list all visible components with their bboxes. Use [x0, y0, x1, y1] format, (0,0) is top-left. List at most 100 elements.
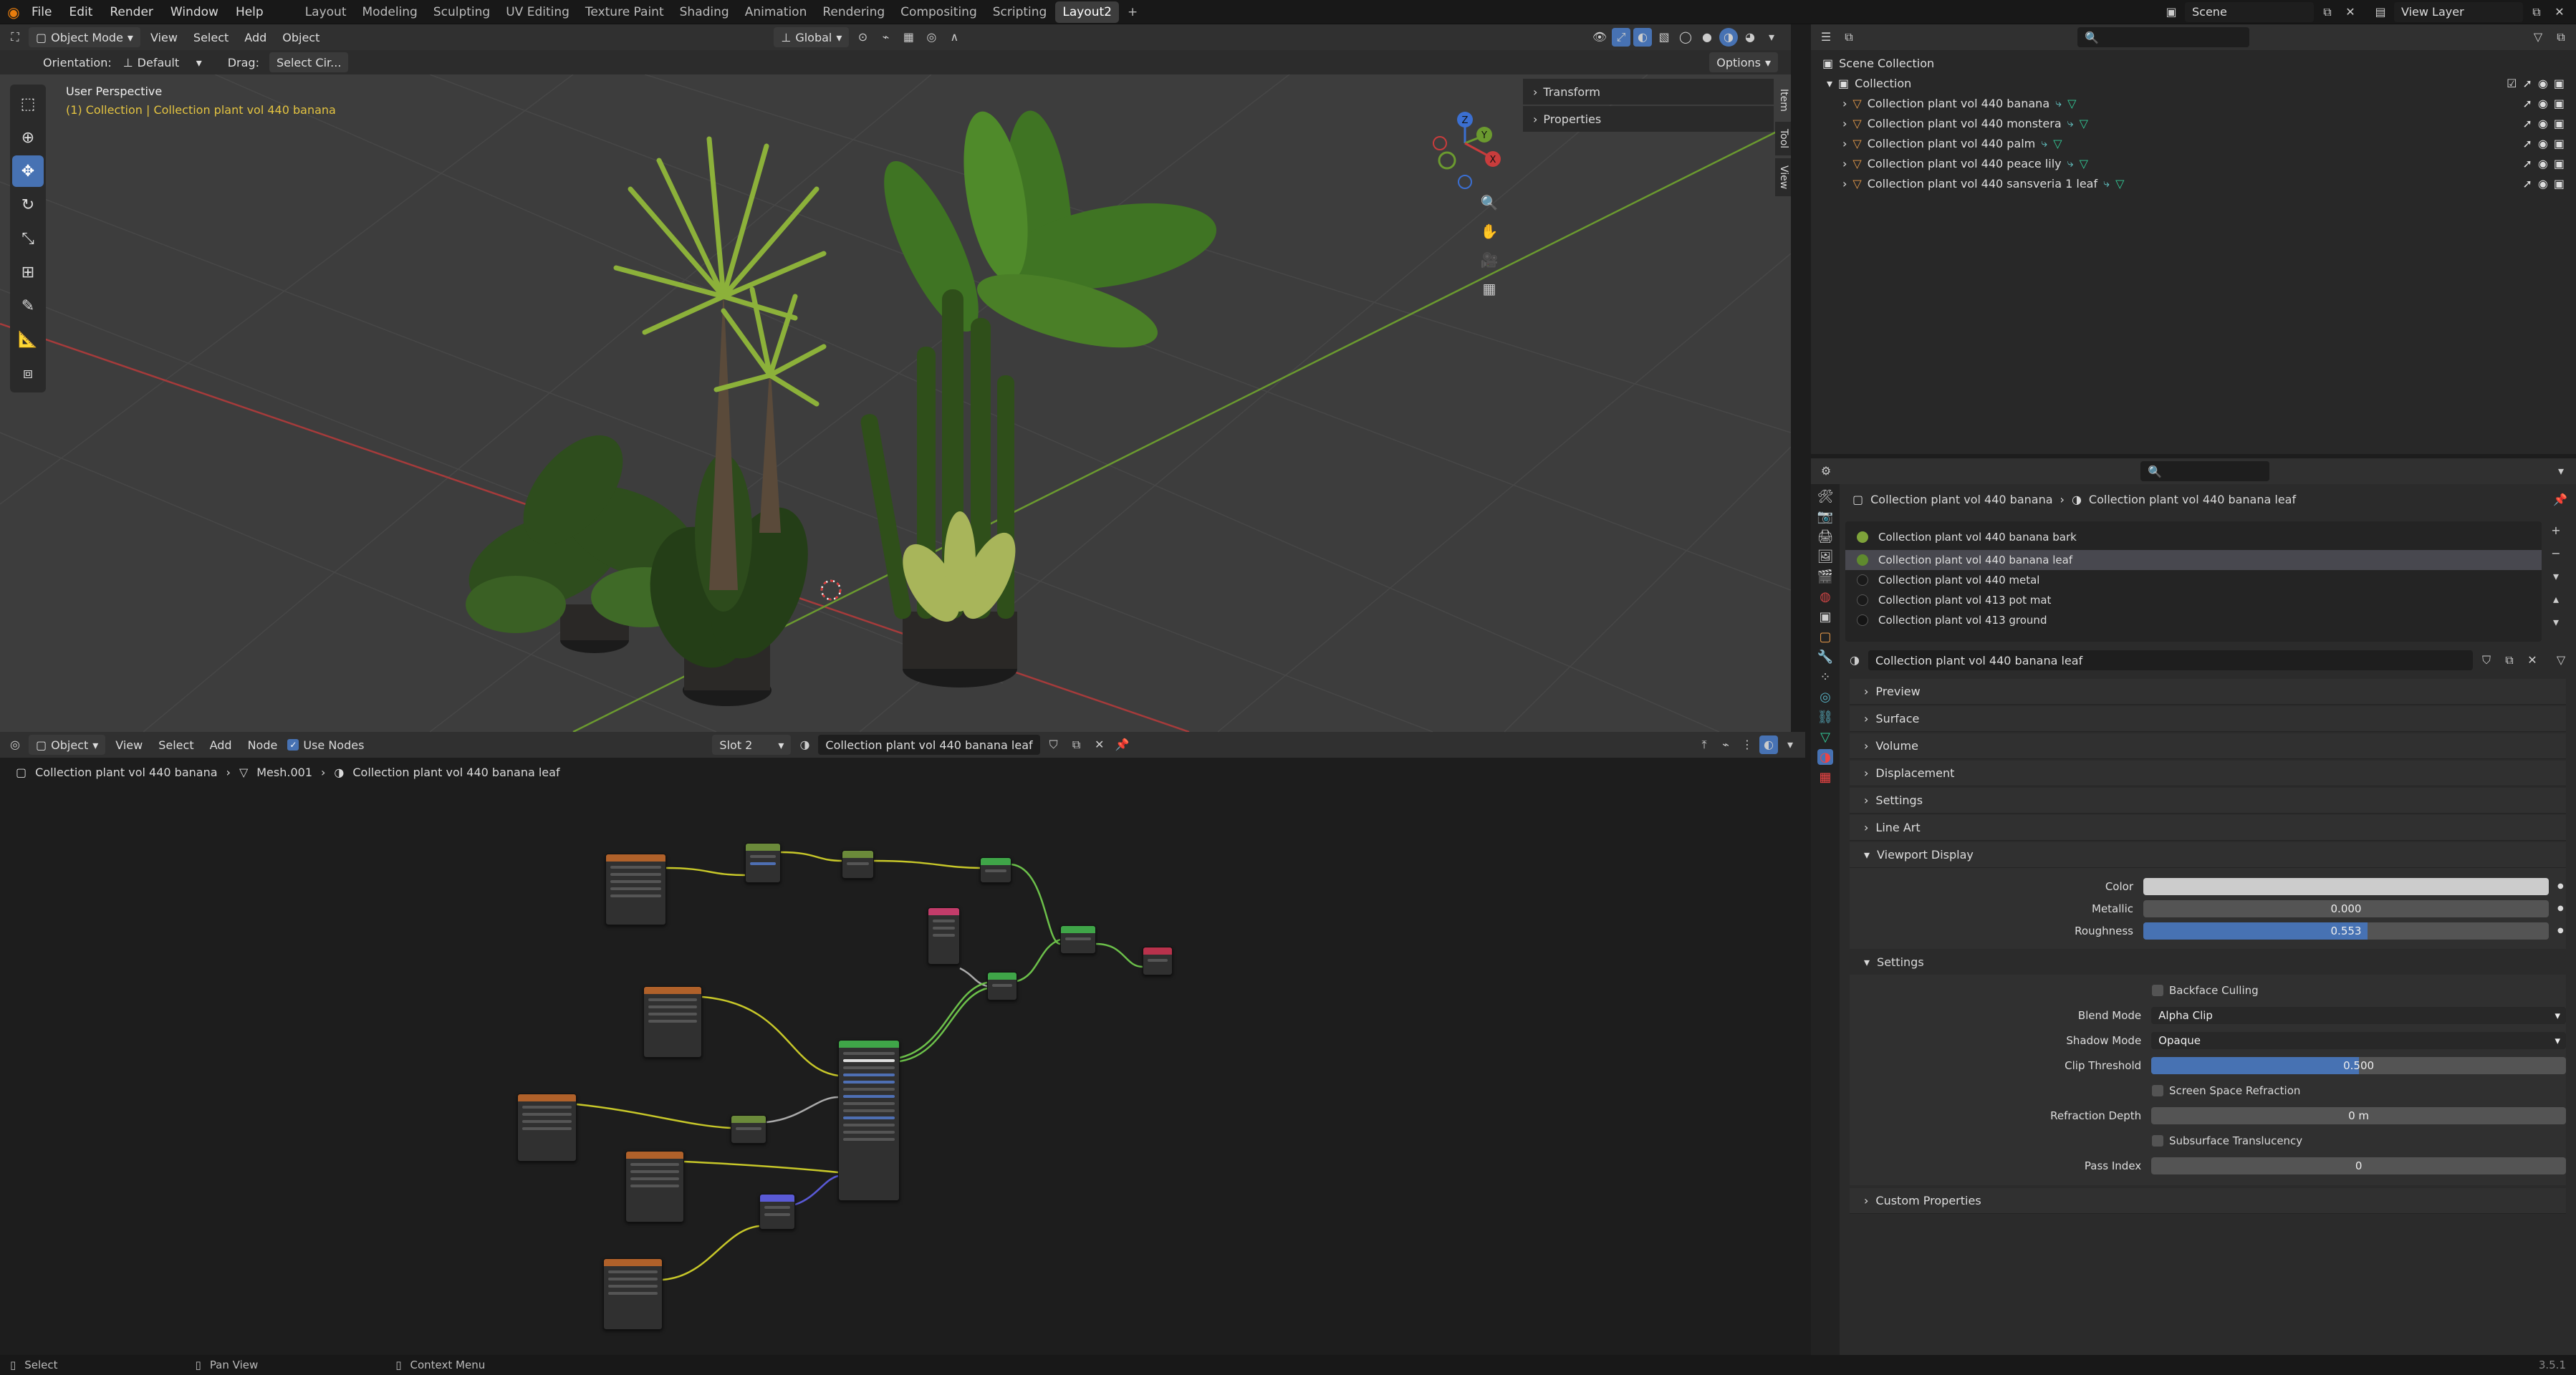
panel-volume[interactable]: › Volume: [1850, 733, 2566, 759]
mode-selector[interactable]: ▢ Object Mode ▾: [29, 27, 140, 47]
add-slot-icon[interactable]: +: [2547, 521, 2565, 540]
node-shader-2[interactable]: [987, 972, 1017, 1000]
node-mix-1[interactable]: [745, 843, 781, 883]
tab-modeling[interactable]: Modeling: [355, 1, 425, 23]
xray-icon[interactable]: ▧: [1655, 28, 1673, 47]
zoom-icon[interactable]: 🔍: [1480, 193, 1499, 212]
material-slot[interactable]: Collection plant vol 440 metal: [1845, 570, 2542, 590]
node-mix-2[interactable]: [842, 850, 874, 879]
falloff-icon[interactable]: ∧: [945, 28, 963, 47]
node-image-texture-4[interactable]: [625, 1151, 684, 1222]
delete-view-layer-icon[interactable]: ✕: [2550, 3, 2569, 21]
scene-tab-icon[interactable]: 🎬: [1817, 569, 1833, 584]
outliner-item[interactable]: › ▽ Collection plant vol 440 banana ⤷ ▽ ➚ ◉ ▣: [1817, 93, 2570, 113]
scale-tool-icon[interactable]: ⤡: [12, 223, 44, 254]
eye-icon[interactable]: ◉: [2538, 157, 2548, 170]
fake-user-icon[interactable]: ⛉: [2477, 651, 2496, 670]
scene-icon[interactable]: ▣: [2162, 3, 2181, 21]
select-arrow-icon[interactable]: ➚: [2523, 157, 2532, 170]
subsurface-translucency-row[interactable]: Subsurface Translucency: [1850, 1128, 2566, 1153]
metallic-field[interactable]: 0.000: [2143, 899, 2549, 917]
view-layer-tab-icon[interactable]: 🖼: [1817, 549, 1834, 564]
tab-layout2[interactable]: Layout2: [1055, 1, 1119, 23]
editor-type-icon[interactable]: ⛶: [6, 28, 24, 47]
plant-banana[interactable]: [866, 107, 1223, 362]
drag-select[interactable]: Select Cir...: [269, 52, 349, 72]
outliner[interactable]: ☰ ⧉ 🔍 ▽ ⧉ ▣ Scene Collection ▾ ▣ Collection…: [1811, 24, 2576, 454]
eye-icon[interactable]: ◉: [2538, 97, 2548, 110]
node-image-texture-1[interactable]: [605, 854, 666, 925]
checkbox-icon[interactable]: [2152, 984, 2163, 996]
options-button[interactable]: Options ▾: [1709, 52, 1778, 72]
panel-properties[interactable]: › Properties: [1523, 106, 1774, 132]
blender-logo-icon[interactable]: ◉: [4, 3, 23, 21]
gizmo-toggle-icon[interactable]: ⤢: [1612, 28, 1630, 47]
duplicate-material-icon[interactable]: ⧉: [2500, 651, 2519, 670]
tab-shading[interactable]: Shading: [673, 1, 736, 23]
node-color-ramp[interactable]: [731, 1115, 766, 1144]
outliner-item[interactable]: › ▽ Collection plant vol 440 palm ⤷ ▽ ➚ ◉ ▣: [1817, 133, 2570, 153]
add-workspace-icon[interactable]: +: [1120, 1, 1145, 23]
shadow-mode-select[interactable]: Opaque ▾: [2151, 1031, 2566, 1049]
transform-tool-icon[interactable]: ⊞: [12, 256, 44, 288]
properties-search[interactable]: 🔍: [2140, 461, 2269, 481]
chevron-right-icon[interactable]: ›: [1842, 97, 1847, 110]
node-texture-coord[interactable]: [928, 907, 960, 965]
tab-compositing[interactable]: Compositing: [893, 1, 984, 23]
render-tab-icon[interactable]: 📷: [1817, 508, 1833, 524]
tab-layout[interactable]: Layout: [298, 1, 354, 23]
chevron-right-icon[interactable]: ›: [1842, 137, 1847, 150]
clip-threshold-slider[interactable]: 0.500: [2151, 1056, 2566, 1074]
tab-texture-paint[interactable]: Texture Paint: [578, 1, 671, 23]
new-scene-icon[interactable]: ⧉: [2318, 3, 2337, 21]
filter-icon[interactable]: ▽: [2552, 651, 2570, 670]
chevron-right-icon[interactable]: ›: [1842, 117, 1847, 130]
menu-object[interactable]: Object: [277, 31, 325, 44]
select-arrow-icon[interactable]: ➚: [2523, 177, 2532, 190]
chevron-right-icon[interactable]: ›: [1842, 177, 1847, 190]
editor-type-icon[interactable]: ⚙: [1817, 462, 1835, 481]
eye-icon[interactable]: ◉: [2538, 137, 2548, 150]
eye-icon[interactable]: ◉: [2538, 177, 2548, 190]
move-down-icon[interactable]: ▾: [2547, 613, 2565, 632]
remove-slot-icon[interactable]: −: [2547, 544, 2565, 563]
object-tab-icon[interactable]: ▢: [1817, 629, 1833, 645]
ortho-grid-icon[interactable]: ▦: [1480, 279, 1499, 298]
tab-scripting[interactable]: Scripting: [986, 1, 1054, 23]
material-browse-icon[interactable]: ◑: [1845, 651, 1864, 670]
move-tool-icon[interactable]: ✥: [12, 155, 44, 187]
snap-icon[interactable]: ⌁: [876, 28, 895, 47]
node-principled-bsdf[interactable]: [838, 1040, 900, 1201]
view-layer-icon[interactable]: ▤: [2371, 3, 2390, 21]
menu-render[interactable]: Render: [101, 0, 162, 24]
menu-file[interactable]: File: [23, 0, 60, 24]
panel-displacement[interactable]: › Displacement: [1850, 761, 2566, 786]
particles-tab-icon[interactable]: ⁘: [1817, 669, 1833, 685]
rendered-shading-icon[interactable]: ◕: [1741, 28, 1759, 47]
3d-cursor[interactable]: [820, 579, 842, 601]
orientation-select[interactable]: ⊥ Default ▾: [116, 52, 209, 72]
constraints-tab-icon[interactable]: ⛓: [1817, 709, 1834, 725]
pan-hand-icon[interactable]: ✋: [1480, 222, 1499, 241]
menu-view[interactable]: View: [145, 31, 183, 44]
material-slot[interactable]: Collection plant vol 440 banana leaf: [1845, 550, 2542, 570]
camera-icon[interactable]: ▣: [2554, 137, 2565, 150]
rotate-tool-icon[interactable]: ↻: [12, 189, 44, 221]
filter-icon[interactable]: ▽: [2529, 28, 2547, 47]
outliner-scene-collection[interactable]: ▣ Scene Collection: [1817, 53, 2570, 73]
transform-orientation-select[interactable]: ⊥ Global ▾: [774, 27, 850, 47]
camera-icon[interactable]: ▣: [2554, 77, 2565, 90]
refraction-depth-field[interactable]: 0 m: [2151, 1106, 2566, 1124]
camera-icon[interactable]: ▣: [2554, 157, 2565, 170]
modifier-tab-icon[interactable]: 🔧: [1817, 649, 1833, 665]
material-slot[interactable]: Collection plant vol 440 banana bark: [1845, 524, 2542, 550]
editor-type-icon[interactable]: ☰: [1817, 28, 1835, 47]
output-tab-icon[interactable]: 🖨: [1817, 529, 1834, 544]
checkbox-icon[interactable]: [2152, 1084, 2163, 1096]
material-tab-icon[interactable]: ◑: [1817, 749, 1833, 765]
checkbox-icon[interactable]: [2152, 1134, 2163, 1147]
new-view-layer-icon[interactable]: ⧉: [2527, 3, 2546, 21]
pin-icon[interactable]: 📌: [2553, 493, 2567, 506]
panel-line-art[interactable]: › Line Art: [1850, 815, 2566, 841]
menu-help[interactable]: Help: [227, 0, 272, 24]
